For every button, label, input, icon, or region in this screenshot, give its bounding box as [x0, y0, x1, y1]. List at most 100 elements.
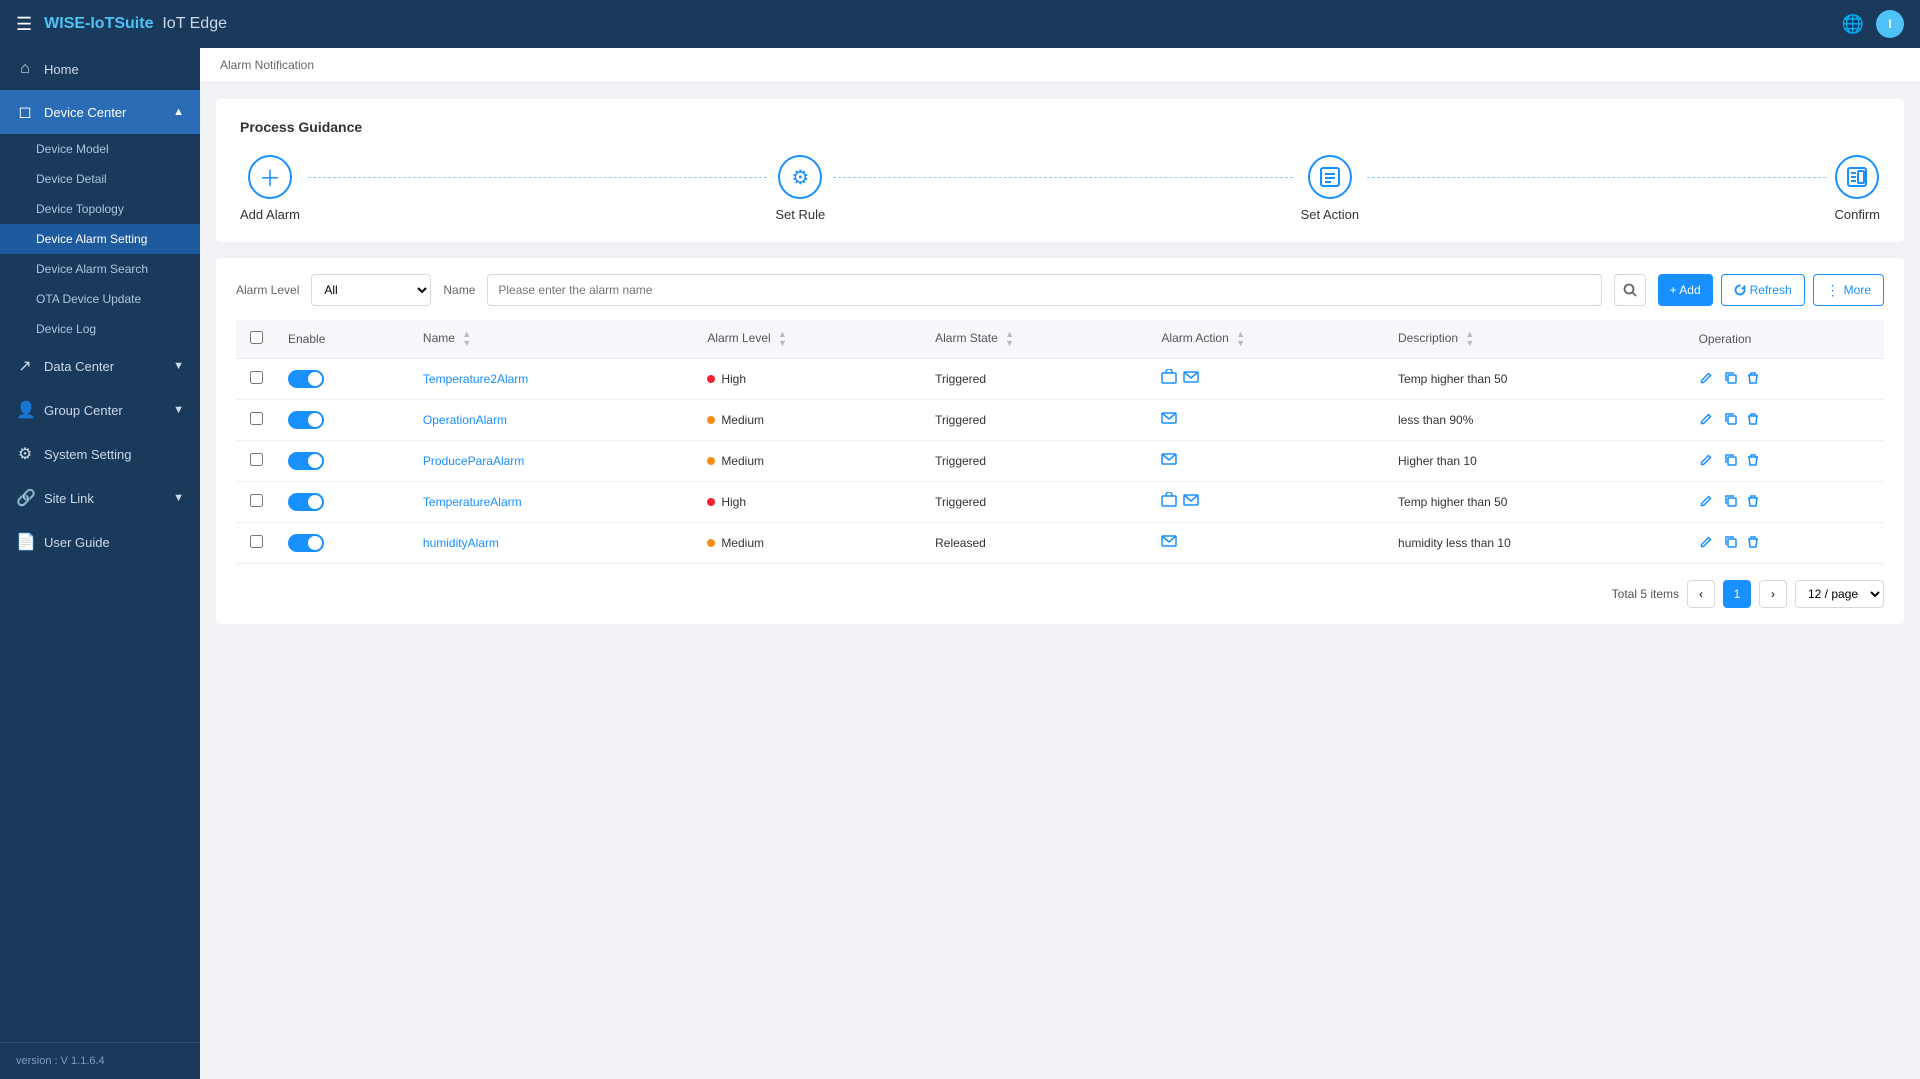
description-cell: humidity less than 10 — [1386, 523, 1687, 564]
copy-icon[interactable] — [1724, 495, 1742, 511]
sidebar-item-site-link[interactable]: 🔗 Site Link ▼ — [0, 476, 200, 520]
menu-icon[interactable]: ☰ — [16, 14, 32, 35]
search-button[interactable] — [1614, 274, 1646, 306]
alarm-action-cell — [1149, 400, 1386, 441]
alarm-level-cell: High — [695, 482, 923, 523]
sidebar: ⌂ Home ◻ Device Center ▲ Device Model De… — [0, 48, 200, 1079]
enable-toggle[interactable] — [288, 493, 324, 511]
globe-icon[interactable]: 🌐 — [1842, 14, 1864, 35]
avatar[interactable]: I — [1876, 10, 1904, 38]
sidebar-item-data-center[interactable]: ↗ Data Center ▼ — [0, 344, 200, 388]
content-area: Process Guidance ＋ Add Alarm ⚙ Set Rule — [200, 83, 1920, 1079]
pagination: Total 5 items ‹ 1 › 12 / page 20 / page … — [236, 580, 1884, 608]
sidebar-sub-device-model[interactable]: Device Model — [0, 134, 200, 164]
copy-icon[interactable] — [1724, 372, 1742, 388]
edit-icon[interactable] — [1699, 413, 1717, 429]
set-action-icon — [1308, 155, 1352, 199]
th-check — [236, 320, 276, 359]
chevron-down-icon: ▼ — [173, 360, 184, 372]
sidebar-sub-ota-device-update[interactable]: OTA Device Update — [0, 284, 200, 314]
process-steps: ＋ Add Alarm ⚙ Set Rule — [240, 155, 1880, 222]
sidebar-sub-device-topology[interactable]: Device Topology — [0, 194, 200, 224]
row-checkbox[interactable] — [250, 412, 263, 425]
edit-icon[interactable] — [1699, 372, 1717, 388]
delete-icon[interactable] — [1746, 372, 1760, 388]
edit-icon[interactable] — [1699, 536, 1717, 552]
email-action-icon[interactable] — [1183, 492, 1199, 512]
step-set-action-label: Set Action — [1301, 207, 1360, 222]
alarm-action-cell — [1149, 359, 1386, 400]
sidebar-item-home[interactable]: ⌂ Home — [0, 48, 200, 90]
sidebar-item-device-center[interactable]: ◻ Device Center ▲ — [0, 90, 200, 134]
sidebar-sub-device-alarm-setting[interactable]: Device Alarm Setting — [0, 224, 200, 254]
step-add-alarm[interactable]: ＋ Add Alarm — [240, 155, 300, 222]
step-confirm[interactable]: Confirm — [1834, 155, 1880, 222]
alarm-action-cell — [1149, 482, 1386, 523]
name-search-input[interactable] — [487, 274, 1601, 306]
name-label: Name — [443, 283, 475, 297]
row-checkbox[interactable] — [250, 453, 263, 466]
sidebar-item-group-center[interactable]: 👤 Group Center ▼ — [0, 388, 200, 432]
copy-icon[interactable] — [1724, 536, 1742, 552]
edit-icon[interactable] — [1699, 495, 1717, 511]
more-button[interactable]: ⋮ More — [1813, 274, 1884, 306]
select-all-checkbox[interactable] — [250, 331, 263, 344]
page-size-select[interactable]: 12 / page 20 / page 50 / page — [1795, 580, 1884, 608]
delete-icon[interactable] — [1746, 413, 1760, 429]
copy-icon[interactable] — [1724, 454, 1742, 470]
group-center-icon: 👤 — [16, 400, 34, 420]
delete-icon[interactable] — [1746, 495, 1760, 511]
enable-toggle[interactable] — [288, 411, 324, 429]
next-page-button[interactable]: › — [1759, 580, 1787, 608]
sidebar-sub-device-alarm-search[interactable]: Device Alarm Search — [0, 254, 200, 284]
device-action-icon[interactable] — [1161, 369, 1177, 389]
delete-icon[interactable] — [1746, 536, 1760, 552]
th-alarm-level[interactable]: Alarm Level ▲▼ — [695, 320, 923, 359]
enable-toggle[interactable] — [288, 370, 324, 388]
alarm-state-cell: Triggered — [923, 482, 1149, 523]
page-1-button[interactable]: 1 — [1723, 580, 1751, 608]
description-cell: less than 90% — [1386, 400, 1687, 441]
step-set-rule[interactable]: ⚙ Set Rule — [775, 155, 825, 222]
th-alarm-state[interactable]: Alarm State ▲▼ — [923, 320, 1149, 359]
row-checkbox[interactable] — [250, 371, 263, 384]
row-checkbox[interactable] — [250, 535, 263, 548]
sidebar-sub-device-log[interactable]: Device Log — [0, 314, 200, 344]
row-checkbox[interactable] — [250, 494, 263, 507]
email-action-icon[interactable] — [1161, 410, 1177, 430]
sidebar-item-system-setting[interactable]: ⚙ System Setting — [0, 432, 200, 476]
th-name[interactable]: Name ▲▼ — [411, 320, 695, 359]
refresh-button[interactable]: Refresh — [1721, 274, 1805, 306]
app-logo: WISE-IoTSuite IoT Edge — [44, 15, 227, 33]
confirm-icon — [1835, 155, 1879, 199]
main-content: Alarm Notification Process Guidance ＋ Ad… — [200, 48, 1920, 1079]
sidebar-item-user-guide[interactable]: 📄 User Guide — [0, 520, 200, 564]
operation-cell — [1687, 400, 1884, 441]
delete-icon[interactable] — [1746, 454, 1760, 470]
alarm-level-select[interactable]: All High Medium Low — [311, 274, 431, 306]
add-button[interactable]: + Add — [1658, 274, 1713, 306]
home-icon: ⌂ — [16, 60, 34, 78]
sidebar-sub-device-detail[interactable]: Device Detail — [0, 164, 200, 194]
table-row: ProduceParaAlarmMediumTriggered Higher t… — [236, 441, 1884, 482]
copy-icon[interactable] — [1724, 413, 1742, 429]
th-alarm-action[interactable]: Alarm Action ▲▼ — [1149, 320, 1386, 359]
connector-2 — [833, 177, 1292, 178]
device-action-icon[interactable] — [1161, 492, 1177, 512]
system-setting-icon: ⚙ — [16, 444, 34, 464]
th-description[interactable]: Description ▲▼ — [1386, 320, 1687, 359]
enable-toggle[interactable] — [288, 534, 324, 552]
breadcrumb: Alarm Notification — [200, 48, 1920, 83]
data-center-icon: ↗ — [16, 356, 34, 376]
email-action-icon[interactable] — [1161, 533, 1177, 553]
table-row: humidityAlarmMediumReleased humidity les… — [236, 523, 1884, 564]
step-set-rule-label: Set Rule — [775, 207, 825, 222]
device-center-icon: ◻ — [16, 102, 34, 122]
prev-page-button[interactable]: ‹ — [1687, 580, 1715, 608]
step-set-action[interactable]: Set Action — [1301, 155, 1360, 222]
edit-icon[interactable] — [1699, 454, 1717, 470]
email-action-icon[interactable] — [1183, 369, 1199, 389]
email-action-icon[interactable] — [1161, 451, 1177, 471]
step-confirm-label: Confirm — [1834, 207, 1880, 222]
enable-toggle[interactable] — [288, 452, 324, 470]
